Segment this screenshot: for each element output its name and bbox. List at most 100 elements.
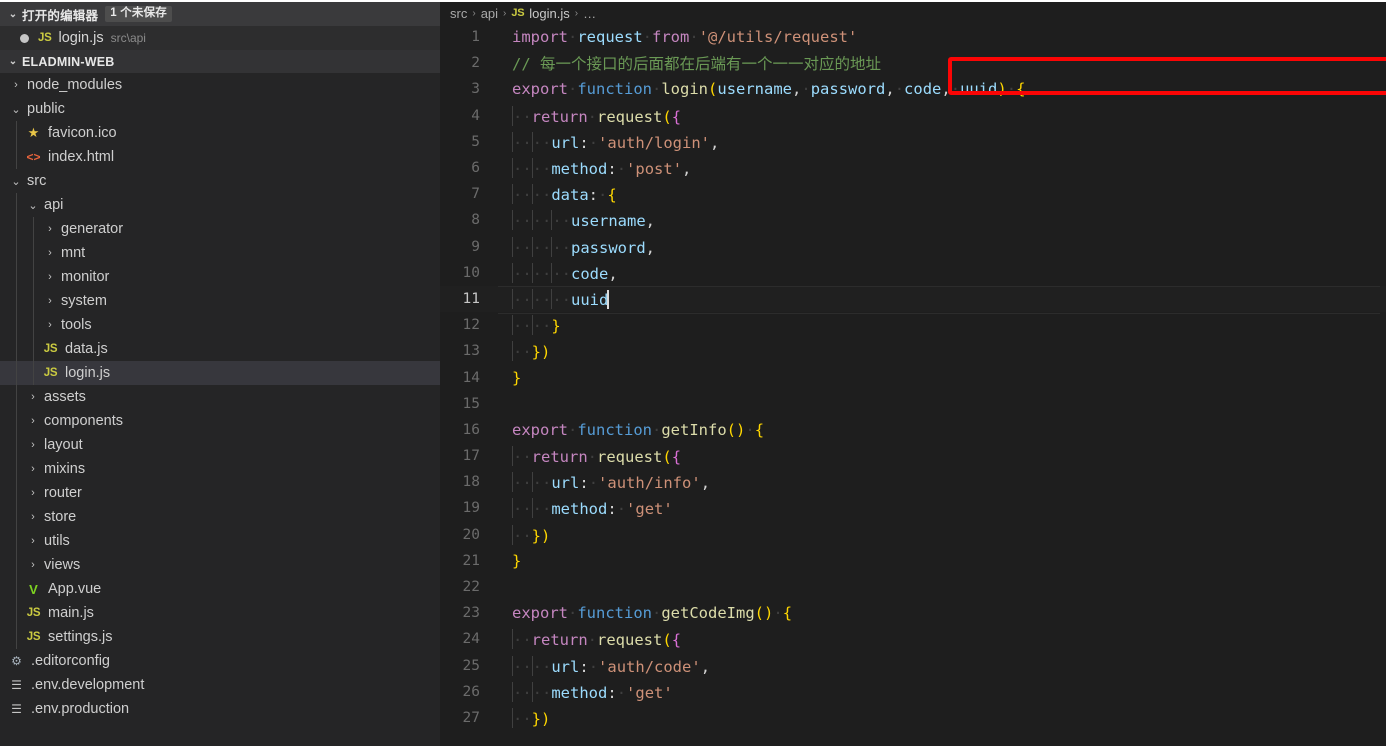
chevron-right-icon[interactable]: › (42, 319, 58, 331)
code-line-text[interactable]: ··return·request({ (498, 446, 681, 467)
code-line-27[interactable]: 27 ··}) (440, 705, 1390, 731)
chevron-right-icon[interactable]: › (25, 487, 41, 499)
tree-item-settings-js[interactable]: JS settings.js (0, 625, 440, 649)
code-line-24[interactable]: 24 ··return·request({ (440, 626, 1390, 652)
code-line-text[interactable]: ······uuid (498, 288, 610, 309)
tree-item-mixins[interactable]: › mixins (0, 457, 440, 481)
chevron-right-icon[interactable]: › (42, 271, 58, 283)
code-line-text[interactable]: ····} (498, 315, 561, 336)
code-line-text[interactable]: ··return·request({ (498, 105, 681, 126)
tree-item-node-modules[interactable]: › node_modules (0, 73, 440, 97)
breadcrumb-segment-src[interactable]: src (450, 6, 467, 21)
tree-item-generator[interactable]: › generator (0, 217, 440, 241)
tree-item-components[interactable]: › components (0, 409, 440, 433)
code-line-text[interactable]: export·function·login(username,·password… (498, 80, 1025, 98)
code-line-text[interactable]: ······code, (498, 262, 618, 283)
tree-item-mnt[interactable]: › mnt (0, 241, 440, 265)
breadcrumb[interactable]: src › api › JS login.js › … (440, 2, 1390, 24)
code-line-text[interactable]: ····url:·'auth/code', (498, 655, 710, 676)
code-line-2[interactable]: 2 // 每一个接口的后面都在后端有一个一一对应的地址 (440, 50, 1390, 76)
code-line-14[interactable]: 14} (440, 364, 1390, 390)
tree-item-monitor[interactable]: › monitor (0, 265, 440, 289)
chevron-down-icon[interactable]: ⌄ (8, 175, 24, 188)
code-line-13[interactable]: 13 ··}) (440, 338, 1390, 364)
project-folder-header[interactable]: ⌄ ELADMIN-WEB (0, 50, 440, 73)
code-line-15[interactable]: 15 (440, 391, 1390, 417)
tree-item-app-vue[interactable]: V App.vue (0, 577, 440, 601)
code-line-11[interactable]: 11 ······uuid (440, 285, 1390, 315)
tree-item-data-js[interactable]: JS data.js (0, 337, 440, 361)
code-line-text[interactable]: import·request·from·'@/utils/request' (498, 28, 857, 46)
code-line-7[interactable]: 7 ····data:·{ (440, 181, 1390, 207)
tree-item-main-js[interactable]: JS main.js (0, 601, 440, 625)
code-line-text[interactable]: ··return·request({ (498, 629, 681, 650)
code-line-text[interactable]: export·function·getCodeImg()·{ (498, 604, 792, 622)
tree-item-store[interactable]: › store (0, 505, 440, 529)
code-line-25[interactable]: 25 ····url:·'auth/code', (440, 653, 1390, 679)
code-line-text[interactable]: ····url:·'auth/login', (498, 131, 719, 152)
tree-item-env-development[interactable]: ☰ .env.development (0, 673, 440, 697)
chevron-right-icon[interactable]: › (25, 511, 41, 523)
chevron-down-icon[interactable]: ⌄ (25, 199, 41, 212)
tree-item-router[interactable]: › router (0, 481, 440, 505)
chevron-right-icon[interactable]: › (42, 295, 58, 307)
code-line-text[interactable]: ····url:·'auth/info', (498, 472, 710, 493)
tree-item-login-js[interactable]: JS login.js (0, 361, 440, 385)
code-line-text[interactable]: ··}) (498, 707, 550, 728)
chevron-down-icon[interactable]: ⌄ (8, 103, 24, 116)
tree-item-env-production[interactable]: ☰ .env.production (0, 697, 440, 721)
tree-item-index-html[interactable]: <> index.html (0, 145, 440, 169)
chevron-right-icon[interactable]: › (25, 559, 41, 571)
chevron-right-icon[interactable]: › (25, 391, 41, 403)
code-line-3[interactable]: 3 export·function·login(username,·passwor… (440, 76, 1390, 102)
code-line-23[interactable]: 23 export·function·getCodeImg()·{ (440, 600, 1390, 626)
tree-item-system[interactable]: › system (0, 289, 440, 313)
tree-item-src[interactable]: ⌄ src (0, 169, 440, 193)
code-line-21[interactable]: 21} (440, 548, 1390, 574)
code-line-text[interactable]: export·function·getInfo()·{ (498, 421, 764, 439)
tree-item-assets[interactable]: › assets (0, 385, 440, 409)
code-line-4[interactable]: 4 ··return·request({ (440, 103, 1390, 129)
chevron-right-icon[interactable]: › (42, 223, 58, 235)
code-line-16[interactable]: 16 export·function·getInfo()·{ (440, 417, 1390, 443)
chevron-right-icon[interactable]: › (25, 535, 41, 547)
code-line-text[interactable]: // 每一个接口的后面都在后端有一个一一对应的地址 (498, 52, 881, 74)
chevron-right-icon[interactable]: › (8, 79, 24, 91)
code-line-1[interactable]: 1 import·request·from·'@/utils/request' (440, 24, 1390, 50)
tree-item-views[interactable]: › views (0, 553, 440, 577)
code-editor-content[interactable]: 1 import·request·from·'@/utils/request' 2 /… (440, 24, 1390, 731)
breadcrumb-segment-api[interactable]: api (481, 6, 498, 21)
chevron-right-icon[interactable]: › (25, 415, 41, 427)
tree-item-tools[interactable]: › tools (0, 313, 440, 337)
code-line-text[interactable]: ··}) (498, 524, 550, 545)
breadcrumb-filename[interactable]: login.js (529, 6, 569, 21)
code-line-12[interactable]: 12 ····} (440, 312, 1390, 338)
code-line-text[interactable]: ····data:·{ (498, 184, 617, 205)
tree-item-favicon-ico[interactable]: ★ favicon.ico (0, 121, 440, 145)
open-editor-item-loginjs[interactable]: JS login.js src\api (0, 26, 440, 50)
code-line-17[interactable]: 17 ··return·request({ (440, 443, 1390, 469)
code-line-20[interactable]: 20 ··}) (440, 522, 1390, 548)
chevron-right-icon[interactable]: › (25, 463, 41, 475)
tree-item-utils[interactable]: › utils (0, 529, 440, 553)
code-line-5[interactable]: 5 ····url:·'auth/login', (440, 129, 1390, 155)
tree-item-layout[interactable]: › layout (0, 433, 440, 457)
tree-item-public[interactable]: ⌄ public (0, 97, 440, 121)
code-line-18[interactable]: 18 ····url:·'auth/info', (440, 469, 1390, 495)
code-line-text[interactable]: ····method:·'get' (498, 681, 673, 702)
chevron-right-icon[interactable]: › (42, 247, 58, 259)
code-line-text[interactable]: } (498, 552, 521, 570)
code-line-6[interactable]: 6 ····method:·'post', (440, 155, 1390, 181)
code-line-text[interactable]: ······password, (498, 236, 655, 257)
code-line-26[interactable]: 26 ····method:·'get' (440, 679, 1390, 705)
code-line-text[interactable]: } (498, 369, 521, 387)
code-line-text[interactable]: ····method:·'post', (498, 158, 691, 179)
tree-item-api[interactable]: ⌄ api (0, 193, 440, 217)
code-line-22[interactable]: 22 (440, 574, 1390, 600)
chevron-right-icon[interactable]: › (25, 439, 41, 451)
code-line-text[interactable]: ··}) (498, 341, 550, 362)
code-line-10[interactable]: 10 ······code, (440, 260, 1390, 286)
open-editors-header[interactable]: ⌄ 打开的编辑器 1 个未保存 (0, 2, 440, 26)
code-line-19[interactable]: 19 ····method:·'get' (440, 495, 1390, 521)
code-line-9[interactable]: 9 ······password, (440, 234, 1390, 260)
